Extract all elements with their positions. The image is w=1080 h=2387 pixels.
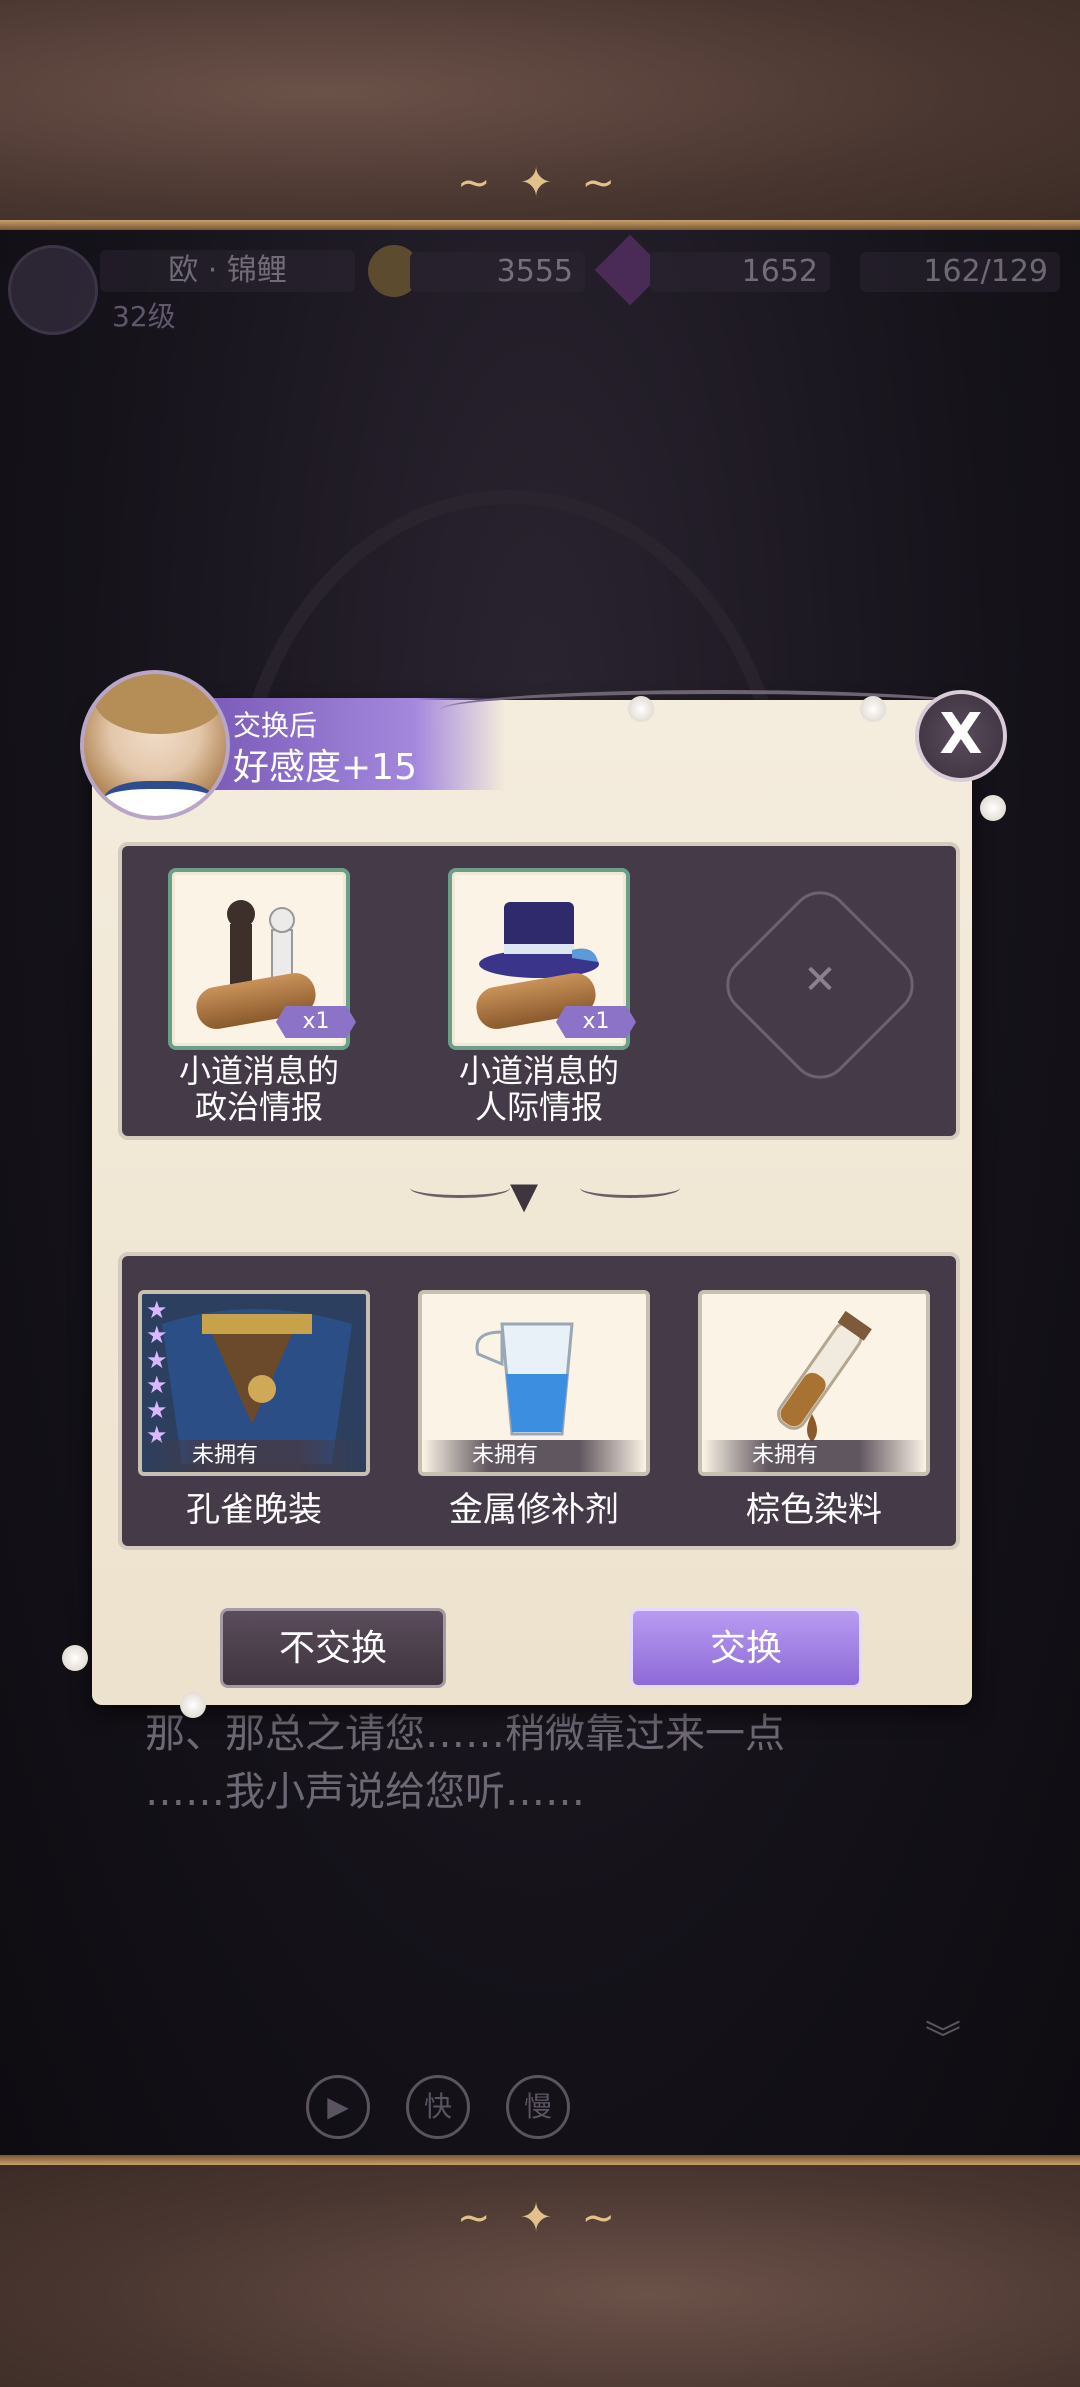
player-avatar[interactable]	[8, 245, 98, 335]
stamina-count[interactable]: 162/129	[860, 252, 1060, 292]
give-item-slot[interactable]: x1	[448, 868, 636, 1050]
ornament-icon: ~ ✦ ~	[457, 160, 623, 206]
rose-icon	[62, 1645, 88, 1671]
give-item-label: 小道消息的 人际情报	[409, 1053, 669, 1125]
decline-exchange-button[interactable]: 不交换	[220, 1608, 446, 1688]
rose-icon	[628, 696, 654, 722]
give-item-label-line: 政治情报	[194, 1088, 323, 1126]
top-wood-frame: ~ ✦ ~	[0, 0, 1080, 230]
character-portrait	[80, 670, 230, 820]
receive-item-slot[interactable]: 未拥有	[418, 1290, 650, 1476]
confirm-exchange-button[interactable]: 交换	[630, 1608, 862, 1688]
affection-banner: 交换后 好感度+15	[205, 698, 505, 790]
portrait-hair	[94, 674, 224, 734]
rarity-stars: ★ ★ ★ ★ ★ ★	[146, 1296, 168, 1449]
slow-button[interactable]: 慢	[506, 2075, 570, 2139]
rose-icon	[980, 795, 1006, 821]
give-item-label-line: 小道消息的	[178, 1052, 339, 1090]
player-level: 32级	[112, 300, 176, 333]
ornament-icon: ~ ✦ ~	[457, 2195, 623, 2241]
empty-slot-icon: ✕	[803, 957, 837, 1003]
portrait-collar	[104, 781, 214, 816]
gem-count[interactable]: 1652	[650, 252, 830, 292]
game-screen: ~ ✦ ~ 欧 · 锦鲤 32级 3555 1652 162/129 那、那总之…	[0, 0, 1080, 2387]
give-item-label: 小道消息的 政治情报	[129, 1053, 389, 1125]
receive-item-label: 孔雀晚装	[186, 1490, 322, 1530]
gold-count[interactable]: 3555	[410, 252, 585, 292]
bottom-wood-frame: ~ ✦ ~	[0, 2155, 1080, 2387]
swirl-decoration	[580, 1178, 680, 1198]
give-item-label-line: 小道消息的	[458, 1052, 619, 1090]
affection-bonus: 好感度+15	[233, 747, 417, 788]
player-name: 欧 · 锦鲤	[100, 250, 355, 292]
dialogue-line: 那、那总之请您……稍微靠过来一点	[145, 1711, 785, 1757]
down-arrow-icon: ▾	[510, 1162, 539, 1227]
item-quantity: x1	[276, 1006, 356, 1038]
item-quantity: x1	[556, 1006, 636, 1038]
receive-item-label: 棕色染料	[746, 1490, 882, 1530]
chevron-down-icon: ︾	[925, 2019, 962, 2060]
receive-item-label: 金属修补剂	[449, 1490, 619, 1530]
rose-icon	[180, 1692, 206, 1718]
ownership-status: 未拥有	[702, 1440, 926, 1472]
dialogue-text[interactable]: 那、那总之请您……稍微靠过来一点 ……我小声说给您听……	[145, 1705, 785, 1821]
auto-play-button[interactable]: ▶	[306, 2075, 370, 2139]
fast-button[interactable]: 快	[406, 2075, 470, 2139]
top-hud: 欧 · 锦鲤 32级 3555 1652 162/129	[0, 234, 1080, 340]
receive-item-slot[interactable]: ★ ★ ★ ★ ★ ★ 未拥有	[138, 1290, 370, 1476]
swirl-decoration	[410, 1178, 510, 1198]
ownership-status: 未拥有	[422, 1440, 646, 1472]
give-item-label-line: 人际情报	[474, 1088, 603, 1126]
ownership-status: 未拥有	[142, 1440, 366, 1472]
dialogue-line: ……我小声说给您听……	[145, 1769, 585, 1815]
close-button[interactable]: X	[915, 690, 1007, 782]
give-item-slot[interactable]: x1	[168, 868, 356, 1050]
rose-icon	[860, 696, 886, 722]
receive-item-slot[interactable]: 未拥有	[698, 1290, 930, 1476]
